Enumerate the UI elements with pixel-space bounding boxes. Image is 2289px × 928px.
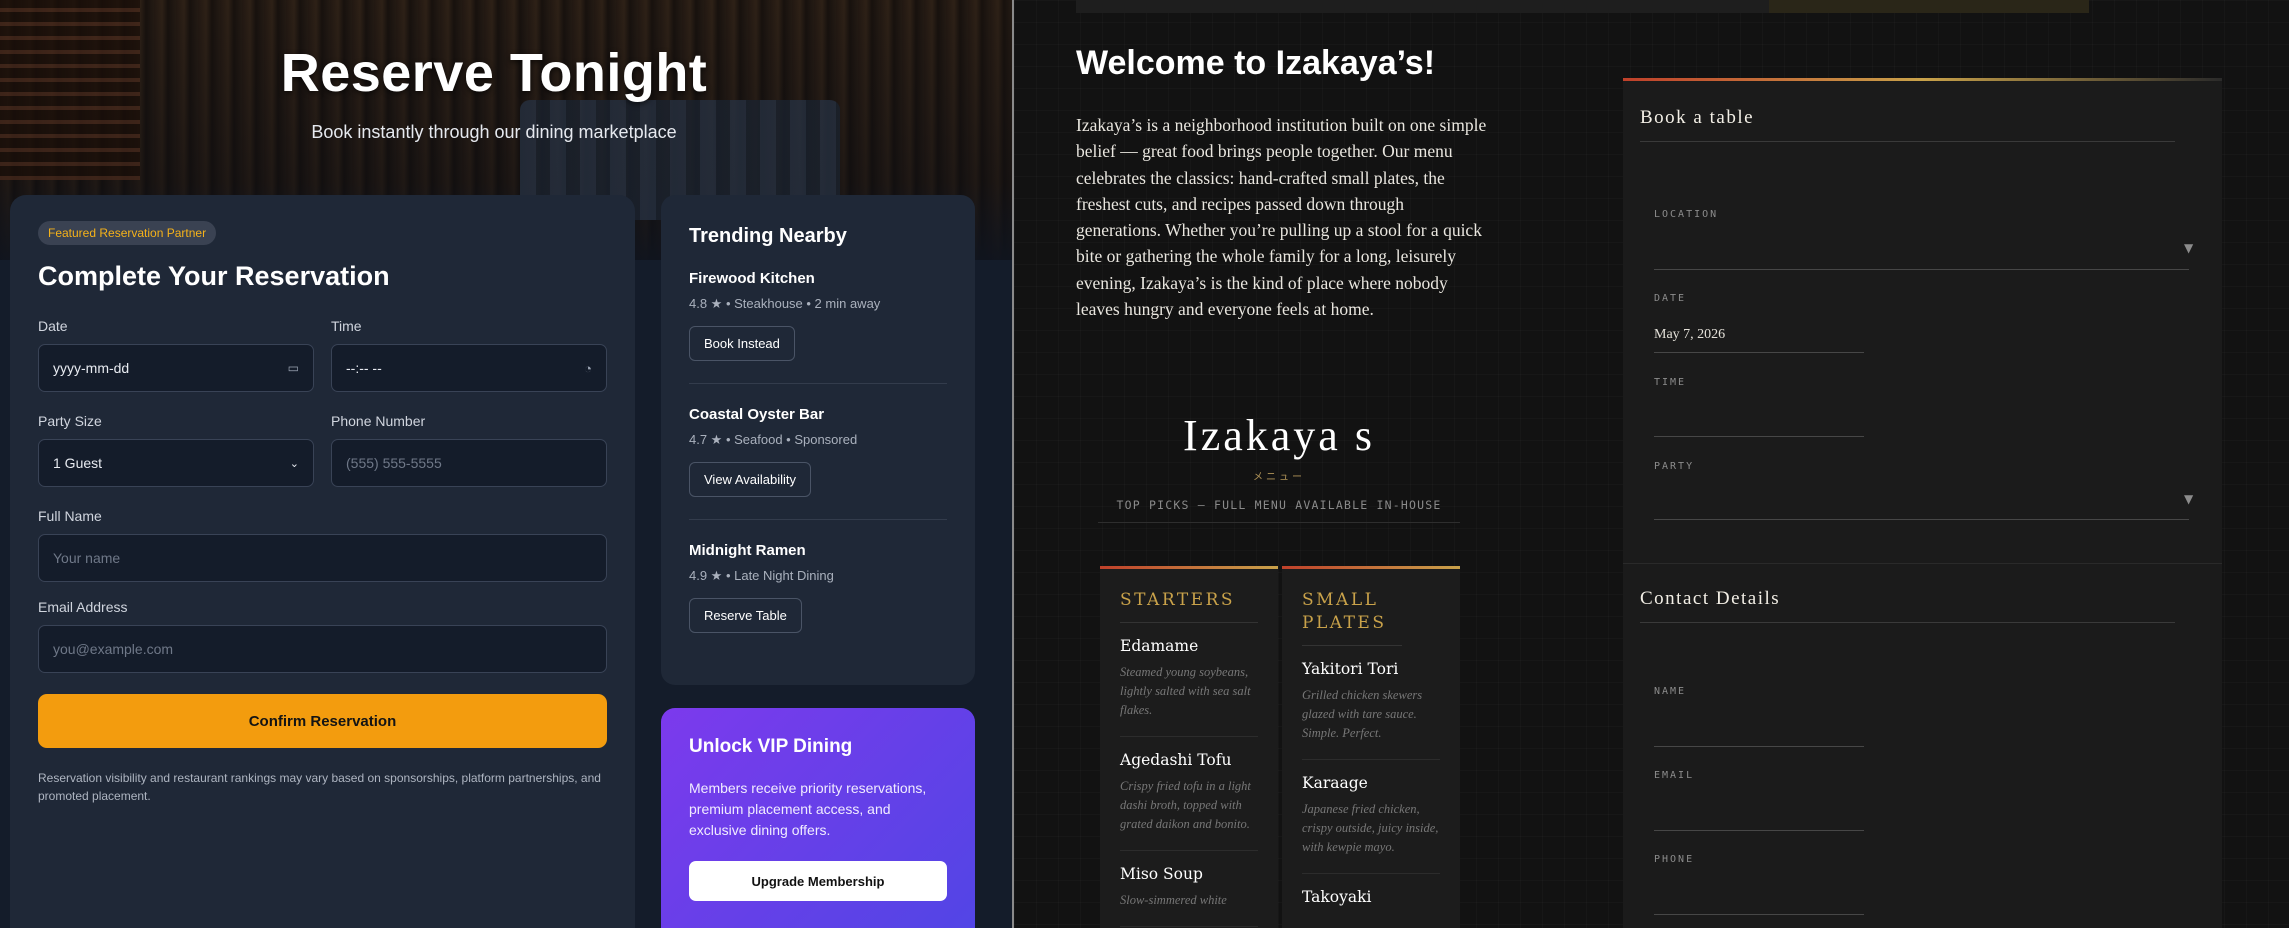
- date-field[interactable]: [1654, 352, 1864, 353]
- menu-item-desc: Slow-simmered white: [1120, 893, 1227, 907]
- menu-item-desc: Grilled chicken skewers glazed with tare…: [1302, 688, 1423, 740]
- trending-nearby-card: Trending Nearby Firewood Kitchen 4.8 ★ •…: [661, 195, 975, 685]
- section-rule: [1640, 622, 2175, 623]
- date-value: yyyy-mm-dd: [53, 360, 130, 376]
- contact-details-heading: Contact Details: [1640, 588, 1781, 609]
- menu-item-name: Karaage: [1302, 774, 1368, 792]
- party-size-select[interactable]: 1 Guest ⌄: [38, 439, 314, 487]
- view-availability-button[interactable]: View Availability: [689, 462, 812, 497]
- form-title: Complete Your Reservation: [38, 261, 390, 291]
- reservation-form-card: Featured Reservation Partner Complete Yo…: [10, 195, 635, 928]
- menu-item-desc: Steamed young soybeans, lightly salted w…: [1120, 665, 1251, 717]
- restaurant-meta: 4.7 ★ • Seafood • Sponsored: [689, 432, 858, 447]
- full-name-label: Full Name: [38, 508, 102, 524]
- menu-item-name: Agedashi Tofu: [1120, 751, 1232, 769]
- book-table-heading: Book a table: [1640, 107, 1755, 128]
- name-label: NAME: [1654, 686, 1687, 697]
- menu-column-heading: STARTERS: [1120, 589, 1258, 623]
- welcome-heading: Welcome to Izakaya’s!: [1076, 44, 1436, 82]
- reserve-table-button[interactable]: Reserve Table: [689, 598, 802, 633]
- time-field[interactable]: [1654, 436, 1864, 437]
- location-label: LOCATION: [1654, 209, 1719, 220]
- section-divider: [1623, 563, 2222, 564]
- menu-tagline: TOP PICKS — FULL MENU AVAILABLE IN-HOUSE: [1098, 498, 1460, 523]
- party-select[interactable]: [1654, 519, 2189, 520]
- menu-item-desc: Japanese fried chicken, crispy outside, …: [1302, 802, 1439, 854]
- vip-description: Members receive priority reservations, p…: [689, 780, 927, 838]
- phone-label: Phone Number: [331, 413, 426, 429]
- menu-item: Edamame Steamed young soybeans, lightly …: [1120, 623, 1258, 737]
- confirm-reservation-button[interactable]: Confirm Reservation: [38, 694, 607, 748]
- party-size-value: 1 Guest: [53, 455, 103, 471]
- phone-label: PHONE: [1654, 854, 1695, 865]
- party-size-label: Party Size: [38, 413, 102, 429]
- section-rule: [1640, 141, 2175, 142]
- trending-item: Midnight Ramen 4.9 ★ • Late Night Dining…: [689, 520, 947, 655]
- menu-item-name: Takoyaki: [1302, 888, 1372, 906]
- upgrade-membership-button[interactable]: Upgrade Membership: [689, 861, 947, 901]
- menu-item-name: Edamame: [1120, 637, 1199, 655]
- restaurant-name: Firewood Kitchen: [689, 270, 815, 287]
- chevron-down-icon[interactable]: ▼: [2184, 241, 2193, 255]
- phone-field[interactable]: [1654, 914, 1864, 915]
- phone-input[interactable]: (555) 555-5555: [331, 439, 607, 487]
- menu-item: Yakitori Tori Grilled chicken skewers gl…: [1302, 646, 1440, 760]
- menu-item-name: Yakitori Tori: [1302, 660, 1399, 678]
- hero-title: Reserve Tonight: [280, 43, 708, 103]
- time-label: TIME: [1654, 377, 1687, 388]
- restaurant-meta: 4.9 ★ • Late Night Dining: [689, 568, 834, 583]
- menu-subtitle: メニュー: [1253, 472, 1305, 483]
- booking-panel: Book a table LOCATION ▼ DATE May 7, 2026…: [1623, 78, 2222, 928]
- clock-icon[interactable]: ◔: [584, 361, 592, 376]
- menu-item-desc: Crispy fried tofu in a light dashi broth…: [1120, 779, 1251, 831]
- full-name-input[interactable]: Your name: [38, 534, 607, 582]
- trending-item: Coastal Oyster Bar 4.7 ★ • Seafood • Spo…: [689, 384, 947, 520]
- book-instead-button[interactable]: Book Instead: [689, 326, 795, 361]
- calendar-icon[interactable]: ▭: [288, 361, 299, 375]
- menu-item-name: Miso Soup: [1120, 865, 1203, 883]
- date-label: Date: [38, 318, 68, 334]
- hero-subtitle: Book instantly through our dining market…: [311, 122, 677, 142]
- vip-promo-card: Unlock VIP Dining Members receive priori…: [661, 708, 975, 928]
- party-label: PARTY: [1654, 461, 1695, 472]
- email-input[interactable]: you@example.com: [38, 625, 607, 673]
- restaurant-name: Midnight Ramen: [689, 542, 806, 559]
- menu-item: Agedashi Tofu Crispy fried tofu in a lig…: [1120, 737, 1258, 851]
- date-input[interactable]: yyyy-mm-dd ▭: [38, 344, 314, 392]
- restaurant-site-pane: Welcome to Izakaya’s! Izakaya’s is a nei…: [1014, 0, 2289, 928]
- menu-item: Takoyaki: [1302, 874, 1440, 922]
- menu-column-small-plates: SMALL PLATES Yakitori Tori Grilled chick…: [1282, 566, 1460, 928]
- featured-partner-badge: Featured Reservation Partner: [38, 221, 217, 245]
- chevron-down-icon[interactable]: ▼: [2184, 492, 2193, 506]
- about-text: Izakaya’s is a neighborhood institution …: [1076, 115, 1487, 320]
- restaurant-meta: 4.8 ★ • Steakhouse • 2 min away: [689, 296, 881, 311]
- chevron-down-icon: ⌄: [289, 457, 299, 470]
- email-field[interactable]: [1654, 830, 1864, 831]
- marketplace-pane: Reserve Tonight Book instantly through o…: [0, 0, 1012, 928]
- restaurant-name: Coastal Oyster Bar: [689, 406, 825, 423]
- email-label: Email Address: [38, 599, 128, 615]
- location-select[interactable]: [1654, 269, 2189, 270]
- vip-title: Unlock VIP Dining: [689, 736, 853, 757]
- name-field[interactable]: [1654, 746, 1864, 747]
- menu-item: Miso Soup Slow-simmered white: [1120, 851, 1258, 927]
- ranking-disclaimer: Reservation visibility and restaurant ra…: [38, 771, 601, 803]
- trending-item: Firewood Kitchen 4.8 ★ • Steakhouse • 2 …: [689, 248, 947, 384]
- menu-column-starters: STARTERS Edamame Steamed young soybeans,…: [1100, 566, 1278, 928]
- menu-logo: Izakaya s: [1183, 411, 1375, 460]
- time-input[interactable]: --:-- -- ◔: [331, 344, 607, 392]
- top-nav-strip: [1076, 0, 2089, 13]
- date-value[interactable]: May 7, 2026: [1654, 327, 1725, 343]
- time-value: --:-- --: [346, 360, 382, 376]
- menu-column-heading: SMALL PLATES: [1302, 589, 1402, 646]
- date-label: DATE: [1654, 293, 1687, 304]
- email-label: EMAIL: [1654, 770, 1695, 781]
- trending-title: Trending Nearby: [689, 225, 847, 247]
- menu-item: Karaage Japanese fried chicken, crispy o…: [1302, 760, 1440, 874]
- time-label: Time: [331, 318, 362, 334]
